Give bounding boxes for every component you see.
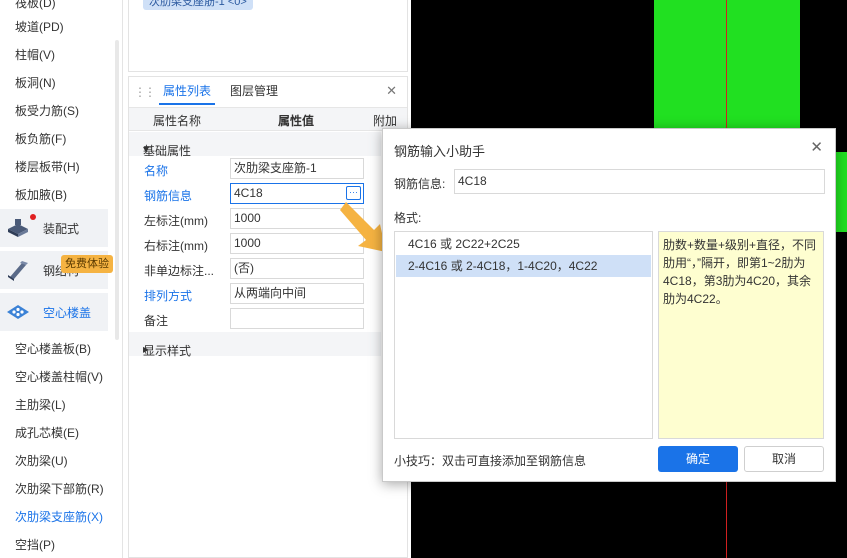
component-chip[interactable]: 次肋梁支座筋-1 <0> <box>143 0 253 10</box>
group-display-style[interactable]: ▸ 显示样式 <box>129 332 381 358</box>
more-options-button[interactable]: ··· <box>346 186 361 200</box>
category-prefab-label: 装配式 <box>43 222 80 236</box>
dialog-close-icon[interactable]: ✕ <box>810 138 823 156</box>
prop-remark-label: 备注 <box>144 314 169 328</box>
format-item[interactable]: 4C16 或 2C22+2C25 <box>396 233 651 255</box>
cancel-button[interactable]: 取消 <box>744 446 824 472</box>
sidebar-item-slab-haunch[interactable]: 板加腋(B) <box>15 186 67 203</box>
sidebar-item-slab-main-rebar[interactable]: 板受力筋(S) <box>15 102 79 119</box>
prop-name-label: 名称 <box>144 164 169 178</box>
format-item-selected[interactable]: 2-4C16 或 2-4C18，1-4C20，4C22 <box>396 255 651 277</box>
sidebar-item-floor-strip[interactable]: 楼层板带(H) <box>15 158 80 175</box>
format-label: 格式: <box>394 211 422 225</box>
prop-remark-value[interactable] <box>230 308 364 329</box>
prop-name-value[interactable]: 次肋梁支座筋-1 <box>230 158 364 179</box>
component-list-panel: 次肋梁支座筋-1 <0> <box>128 0 408 72</box>
prop-right-dim-label: 右标注(mm) <box>144 239 208 253</box>
tab-property-list[interactable]: 属性列表 <box>159 77 216 105</box>
drag-handle-icon[interactable]: ⋮⋮ <box>134 85 156 99</box>
prop-arrangement-label: 排列方式 <box>144 289 193 303</box>
sidebar-item-hollow-slab[interactable]: 空心楼盖板(B) <box>15 340 91 357</box>
property-panel: ⋮⋮ 属性列表 图层管理 ✕ 属性名称 属性值 附加 ▾ 基础属性 名称 次肋梁… <box>128 76 408 558</box>
tip-text: 小技巧：双击可直接添加至钢筋信息 <box>394 454 587 468</box>
sidebar-item-secondary-rib-bottom[interactable]: 次肋梁下部筋(R) <box>15 480 104 497</box>
hollow-floor-icon <box>7 305 29 319</box>
sidebar-item-gap[interactable]: 空挡(P) <box>15 536 55 553</box>
sidebar: 筏板(D) 坡道(PD) 柱帽(V) 板洞(N) 板受力筋(S) 板负筋(F) … <box>0 0 123 558</box>
category-hollow-floor-label: 空心楼盖 <box>43 306 92 320</box>
format-list: 4C16 或 2C22+2C25 2-4C16 或 2-4C18，1-4C20，… <box>394 231 653 439</box>
rebar-input-assistant-dialog: 钢筋输入小助手 ✕ 钢筋信息: 4C18 格式: 4C16 或 2C22+2C2… <box>382 128 836 482</box>
column-header-name: 属性名称 <box>153 114 202 128</box>
green-member-right <box>836 152 847 232</box>
category-steel[interactable]: 钢结构 免费体验 <box>0 251 113 289</box>
rebar-info-text: 4C18 <box>234 186 263 200</box>
sidebar-item-secondary-rib-support[interactable]: 次肋梁支座筋(X) <box>15 508 103 525</box>
sidebar-item-ramp[interactable]: 坡道(PD) <box>15 18 64 35</box>
category-hollow-floor[interactable]: 空心楼盖 <box>0 293 108 331</box>
sidebar-scrollbar[interactable] <box>115 40 119 340</box>
prop-right-dim-value[interactable]: 1000 <box>230 233 364 254</box>
rebar-info-input[interactable]: 4C18 <box>454 169 825 194</box>
prop-left-dim-label: 左标注(mm) <box>144 214 208 228</box>
sidebar-item-raft[interactable]: 筏板(D) <box>15 0 56 11</box>
green-member-top <box>654 0 800 128</box>
sidebar-item-main-rib[interactable]: 主肋梁(L) <box>15 396 66 413</box>
prefab-icon <box>8 219 28 237</box>
sidebar-item-column-cap[interactable]: 柱帽(V) <box>15 46 55 63</box>
ok-button[interactable]: 确定 <box>658 446 738 472</box>
format-hint: 肋数+数量+级别+直径，不同肋用“，”隔开，即第1~2肋为4C18，第3肋为4C… <box>658 231 824 439</box>
dialog-title: 钢筋输入小助手 <box>394 144 486 159</box>
column-header-extra: 附加 <box>373 114 398 128</box>
steel-structure-icon <box>8 261 28 281</box>
column-header-value: 属性值 <box>278 114 315 128</box>
group-display-label: 显示样式 <box>143 344 192 358</box>
property-table-header: 属性名称 属性值 附加 <box>129 107 407 131</box>
rebar-info-label: 钢筋信息: <box>394 177 446 191</box>
sidebar-item-slab-neg-rebar[interactable]: 板负筋(F) <box>15 130 66 147</box>
prop-rebar-info-value[interactable]: 4C18 ··· <box>230 183 364 204</box>
category-prefab[interactable]: 装配式 <box>0 209 108 247</box>
close-icon[interactable]: ✕ <box>386 83 397 99</box>
sidebar-item-secondary-rib[interactable]: 次肋梁(U) <box>15 452 68 469</box>
free-trial-badge[interactable]: 免费体验 <box>61 255 113 273</box>
sidebar-item-core-mold[interactable]: 成孔芯模(E) <box>15 424 79 441</box>
sidebar-item-hollow-column-cap[interactable]: 空心楼盖柱帽(V) <box>15 368 103 385</box>
group-basic-properties[interactable]: ▾ 基础属性 <box>129 132 381 158</box>
group-basic-label: 基础属性 <box>143 144 192 158</box>
prop-left-dim-value[interactable]: 1000 <box>230 208 364 229</box>
prop-single-side-value[interactable]: (否) <box>230 258 364 279</box>
prop-arrangement-value[interactable]: 从两端向中间 <box>230 283 364 304</box>
prop-single-side-label: 非单边标注... <box>144 264 215 278</box>
notification-dot <box>30 214 36 220</box>
sidebar-item-slab-hole[interactable]: 板洞(N) <box>15 74 56 91</box>
tab-layer-management[interactable]: 图层管理 <box>226 77 282 105</box>
prop-rebar-info-label: 钢筋信息 <box>144 189 193 203</box>
